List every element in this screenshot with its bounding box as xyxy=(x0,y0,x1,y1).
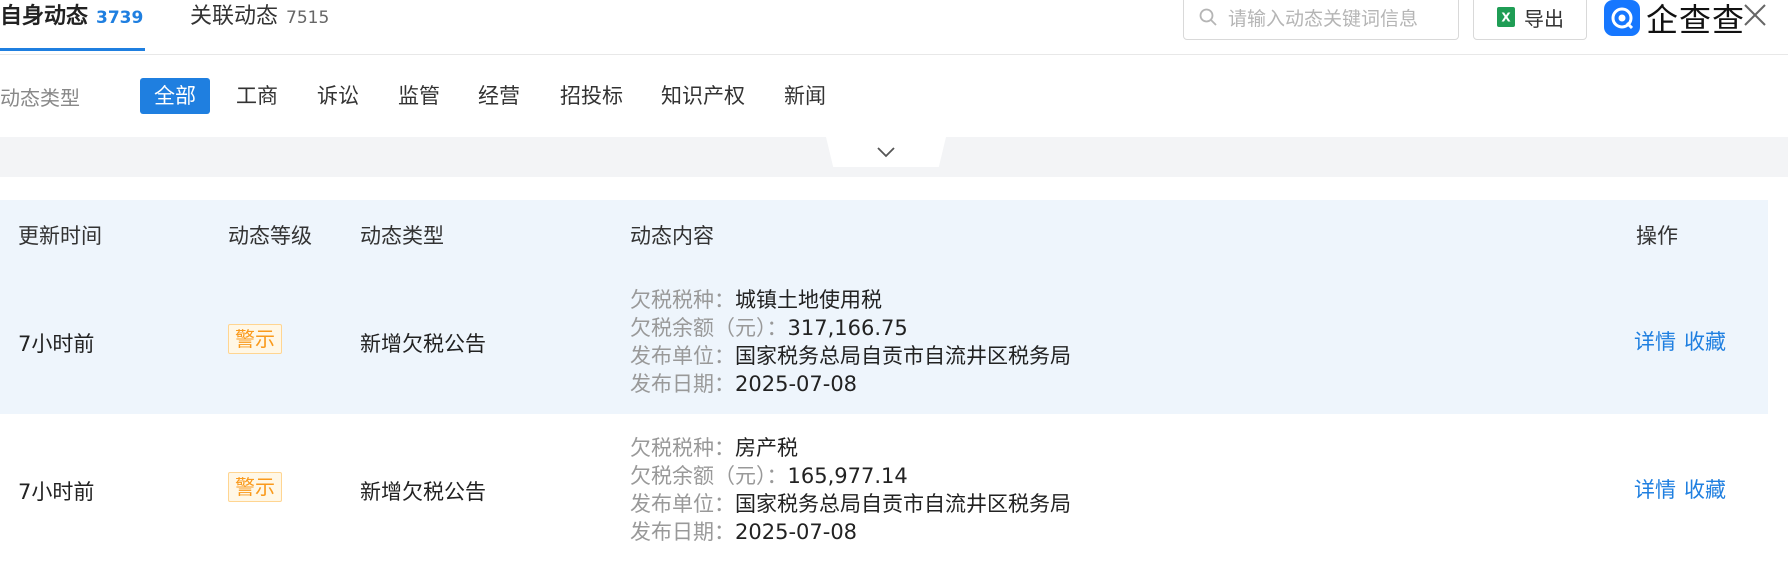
detail-publish-date: 发布日期：2025-07-08 xyxy=(630,520,858,544)
favorite-link[interactable]: 收藏 xyxy=(1684,326,1726,356)
filter-news[interactable]: 新闻 xyxy=(784,78,826,114)
row-type: 新增欠税公告 xyxy=(360,332,486,356)
header-actions: 操作 xyxy=(1636,224,1678,248)
detail-link[interactable]: 详情 xyxy=(1634,474,1676,504)
detail-publish-date: 发布日期：2025-07-08 xyxy=(630,372,858,396)
header-content: 动态内容 xyxy=(630,224,714,248)
filter-operation[interactable]: 经营 xyxy=(478,78,520,114)
detail-tax-balance: 欠税余额（元）：317,166.75 xyxy=(630,316,908,340)
close-icon[interactable] xyxy=(1740,0,1770,30)
tab-related-dynamics[interactable]: 关联动态 7515 xyxy=(190,0,329,54)
tab-self-label: 自身动态 xyxy=(0,4,89,29)
tab-self-count: 3739 xyxy=(96,8,144,28)
table-row: 7小时前 警示 新增欠税公告 欠税税种：房产税 欠税余额（元）：165,977.… xyxy=(0,414,1768,564)
detail-publisher: 发布单位：国家税务总局自贡市自流井区税务局 xyxy=(630,492,1071,516)
filter-all[interactable]: 全部 xyxy=(140,78,210,114)
search-icon xyxy=(1199,8,1217,26)
search-input[interactable]: 请输入动态关键词信息 xyxy=(1183,0,1459,40)
svg-text:X: X xyxy=(1501,11,1511,25)
detail-tax-type: 欠税税种：房产税 xyxy=(630,436,798,460)
excel-icon: X xyxy=(1497,7,1515,27)
level-badge: 警示 xyxy=(228,472,282,502)
expand-filters-toggle[interactable] xyxy=(826,137,946,167)
detail-tax-balance: 欠税余额（元）：165,977.14 xyxy=(630,464,908,488)
detail-link[interactable]: 详情 xyxy=(1634,326,1676,356)
active-tab-underline xyxy=(0,48,145,51)
export-label: 导出 xyxy=(1524,6,1564,31)
level-badge: 警示 xyxy=(228,324,282,354)
tab-related-label: 关联动态 xyxy=(190,4,279,29)
filter-business[interactable]: 工商 xyxy=(236,78,278,114)
detail-tax-type: 欠税税种：城镇土地使用税 xyxy=(630,288,882,312)
table-row: 7小时前 警示 新增欠税公告 欠税税种：城镇土地使用税 欠税余额（元）：317,… xyxy=(0,266,1768,414)
filter-bidding[interactable]: 招投标 xyxy=(560,78,623,114)
tab-related-count: 7515 xyxy=(286,8,330,28)
filter-regulation[interactable]: 监管 xyxy=(398,78,440,114)
filter-ip[interactable]: 知识产权 xyxy=(661,78,745,114)
logo-mark-icon xyxy=(1604,0,1640,36)
chevron-down-icon xyxy=(877,147,895,158)
tabs-divider xyxy=(0,54,1788,55)
qichacha-logo: 企查查 xyxy=(1604,0,1746,39)
row-type: 新增欠税公告 xyxy=(360,480,486,504)
filter-litigation[interactable]: 诉讼 xyxy=(317,78,359,114)
search-placeholder: 请输入动态关键词信息 xyxy=(1228,7,1419,30)
header-type: 动态类型 xyxy=(360,224,444,248)
tab-self-dynamics[interactable]: 自身动态 3739 xyxy=(0,0,143,54)
header-update-time: 更新时间 xyxy=(18,224,102,248)
detail-publisher: 发布单位：国家税务总局自贡市自流井区税务局 xyxy=(630,344,1071,368)
logo-text: 企查查 xyxy=(1646,1,1746,39)
favorite-link[interactable]: 收藏 xyxy=(1684,474,1726,504)
row-time: 7小时前 xyxy=(18,332,95,356)
row-time: 7小时前 xyxy=(18,480,95,504)
export-button[interactable]: X 导出 xyxy=(1473,0,1587,40)
filter-label: 动态类型 xyxy=(0,86,80,110)
header-level: 动态等级 xyxy=(228,224,312,248)
